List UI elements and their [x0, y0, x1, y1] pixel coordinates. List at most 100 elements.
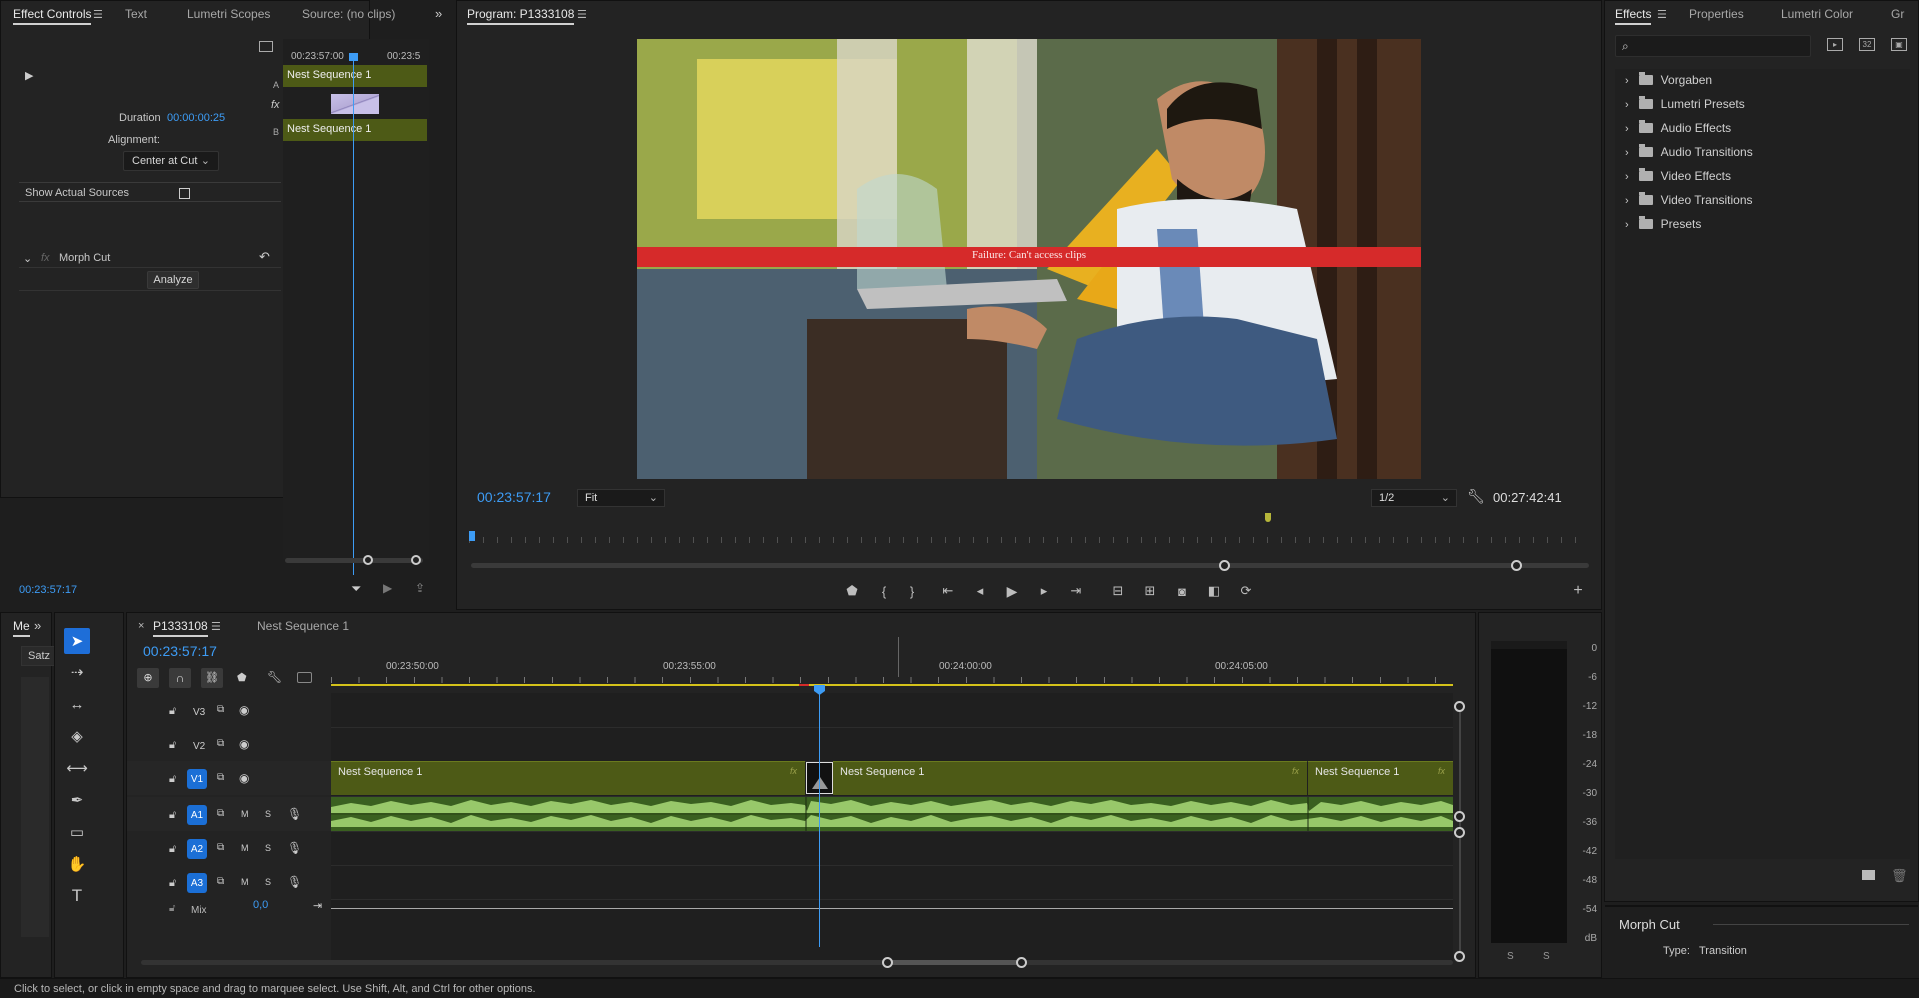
toggle-sync-icon[interactable]: ⧉ — [217, 808, 224, 819]
timeline-scroll-thumb[interactable] — [887, 960, 1021, 965]
track-v3-label[interactable]: V3 — [193, 707, 205, 718]
lift-icon[interactable]: ⊟ — [1107, 580, 1129, 602]
step-back-icon[interactable]: ◂ — [969, 580, 991, 602]
ripple-edit-tool-icon[interactable]: ↔ — [64, 691, 90, 717]
timeline-playhead-line[interactable] — [819, 687, 820, 947]
zoom-scrollbar[interactable] — [285, 558, 423, 563]
yuv-effects-icon[interactable]: ▣ — [1891, 38, 1907, 51]
panel-menu-icon[interactable]: ☰ — [577, 8, 587, 21]
nest-toggle-icon[interactable]: ⊕ — [137, 668, 159, 688]
zoom-handle[interactable] — [363, 555, 373, 565]
audio-clip[interactable] — [331, 797, 1453, 831]
program-scrollbar[interactable] — [471, 563, 1589, 568]
lock-icon[interactable]: 🔓︎ — [169, 903, 175, 914]
eye-icon[interactable]: ◉ — [239, 771, 249, 785]
track-v1-badge[interactable]: V1 — [187, 769, 207, 789]
add-marker-icon[interactable]: ⬟ — [841, 580, 863, 602]
extract-icon[interactable]: ⊞ — [1139, 580, 1161, 602]
toggle-sync-icon[interactable]: ⧉ — [217, 876, 224, 887]
new-bin-icon[interactable] — [1862, 870, 1875, 880]
vr-video-icon[interactable]: ⟳ — [1235, 580, 1257, 602]
panel-menu-icon[interactable]: ☰ — [1657, 8, 1667, 21]
effect-controls-timecode[interactable]: 00:23:57:17 — [19, 584, 77, 596]
mute-button[interactable]: M — [241, 843, 249, 853]
scroll-handle[interactable] — [882, 957, 893, 968]
mini-playhead-marker[interactable] — [349, 53, 358, 61]
tab-lumetri-scopes[interactable]: Lumetri Scopes — [187, 1, 270, 27]
toggle-timeline-icon[interactable] — [259, 41, 273, 52]
close-icon[interactable]: × — [138, 620, 144, 632]
vertical-zoom-handle[interactable] — [1454, 827, 1465, 838]
lock-icon[interactable]: 🔓︎ — [169, 705, 176, 718]
go-to-out-icon[interactable]: ⇥ — [1065, 580, 1087, 602]
timeline-timecode[interactable]: 00:23:57:17 — [143, 643, 217, 659]
toggle-sync-icon[interactable]: ⧉ — [217, 772, 224, 783]
track-a1-badge[interactable]: A1 — [187, 805, 207, 825]
alignment-dropdown[interactable]: Center at Cut ⌄ — [123, 151, 219, 171]
play-audio-icon[interactable]: ▶ — [383, 581, 392, 595]
go-to-in-icon[interactable]: ⇤ — [937, 580, 959, 602]
show-sources-checkbox[interactable] — [179, 188, 190, 199]
vertical-zoom-handle[interactable] — [1454, 811, 1465, 822]
program-timecode[interactable]: 00:23:57:17 — [477, 489, 551, 505]
play-icon[interactable]: ▶ — [1001, 580, 1023, 602]
meter-solo-button[interactable]: S — [1507, 951, 1514, 962]
tab-properties[interactable]: Properties — [1689, 1, 1744, 27]
linked-selection-icon[interactable]: ⛓ — [201, 668, 223, 688]
wrench-icon[interactable]: 🔧︎ — [267, 670, 282, 684]
export-icon[interactable]: ⇪ — [415, 581, 425, 595]
analyze-button[interactable]: Analyze — [147, 271, 199, 289]
track-select-tool-icon[interactable]: ⇢ — [64, 659, 90, 685]
tab-source[interactable]: Source: (no clips) — [302, 1, 395, 27]
hand-tool-icon[interactable]: ✋ — [64, 851, 90, 877]
video-clip[interactable]: Nest Sequence 1 fx — [833, 761, 1307, 795]
scroll-handle[interactable] — [1219, 560, 1230, 571]
program-playhead[interactable] — [469, 531, 475, 541]
type-tool-icon[interactable]: T — [64, 883, 90, 909]
razor-tool-icon[interactable]: ◈ — [64, 723, 90, 749]
video-frame[interactable]: Failure: Can't access clips — [637, 39, 1421, 479]
tab-sequence-p1333108[interactable]: P1333108 — [153, 613, 208, 639]
wrench-icon[interactable]: 🔧︎ — [1467, 488, 1485, 505]
toggle-sync-icon[interactable]: ⧉ — [217, 704, 224, 715]
tab-nest-sequence[interactable]: Nest Sequence 1 — [257, 613, 349, 639]
video-clip[interactable]: Nest Sequence 1 fx — [1308, 761, 1453, 795]
step-forward-icon[interactable]: ▸ — [1033, 580, 1055, 602]
project-scrollbar[interactable] — [21, 677, 49, 937]
trash-icon[interactable]: 🗑︎ — [1891, 868, 1908, 884]
lock-icon[interactable]: 🔓︎ — [169, 773, 176, 786]
filter-icon[interactable]: ⏷ — [351, 581, 361, 597]
tree-item-presets[interactable]: › Presets — [1625, 214, 1701, 234]
play-icon[interactable]: ▶ — [25, 69, 33, 82]
track-area[interactable]: Nest Sequence 1 fx Nest Sequence 1 fx Ne… — [331, 687, 1453, 963]
tree-item-lumetri-presets[interactable]: › Lumetri Presets — [1625, 94, 1745, 114]
lock-icon[interactable]: 🔓︎ — [169, 843, 176, 856]
tab-effects[interactable]: Effects — [1615, 1, 1652, 27]
mark-in-icon[interactable]: { — [873, 580, 895, 602]
solo-button[interactable]: S — [265, 877, 271, 887]
clip-b[interactable]: Nest Sequence 1 — [283, 119, 427, 141]
toggle-sync-icon[interactable]: ⧉ — [217, 842, 224, 853]
32bit-effects-icon[interactable]: 32 — [1859, 38, 1875, 51]
program-ruler[interactable] — [469, 537, 1589, 543]
go-to-end-icon[interactable]: ⇥ — [313, 899, 322, 912]
scroll-handle[interactable] — [1511, 560, 1522, 571]
slip-tool-icon[interactable]: ⟷ — [64, 755, 90, 781]
tab-graphics[interactable]: Gr — [1891, 1, 1904, 27]
video-clip[interactable]: Nest Sequence 1 fx — [331, 761, 805, 795]
toggle-sync-icon[interactable]: ⧉ — [217, 738, 224, 749]
track-v2-label[interactable]: V2 — [193, 741, 205, 752]
fit-dropdown[interactable]: Fit ⌄ — [577, 489, 665, 507]
pen-tool-icon[interactable]: ✒ — [64, 787, 90, 813]
selection-tool-icon[interactable]: ➤ — [64, 628, 90, 654]
tree-item-audio-effects[interactable]: › Audio Effects — [1625, 118, 1731, 138]
comparison-view-icon[interactable]: ◧ — [1203, 580, 1225, 602]
microphone-icon[interactable]: 🎙︎ — [287, 841, 302, 855]
resolution-dropdown[interactable]: 1/2 ⌄ — [1371, 489, 1457, 507]
camera-icon[interactable]: ◙ — [1171, 580, 1193, 602]
timeline-scrollbar[interactable] — [141, 960, 1453, 965]
vertical-zoom-handle[interactable] — [1454, 951, 1465, 962]
meter-solo-button[interactable]: S — [1543, 951, 1550, 962]
tree-item-vorgaben[interactable]: › Vorgaben — [1625, 70, 1712, 90]
mix-value[interactable]: 0,0 — [253, 899, 268, 911]
